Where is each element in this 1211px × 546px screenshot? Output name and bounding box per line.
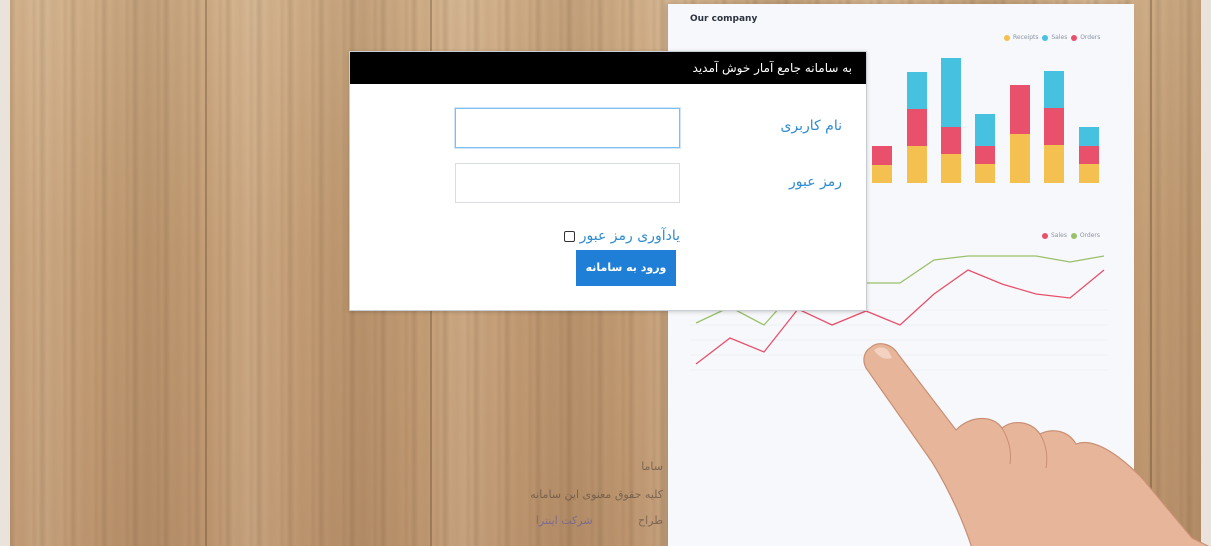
password-label: رمز عبور bbox=[788, 174, 842, 190]
login-button[interactable]: ورود به سامانه bbox=[576, 250, 676, 286]
bar bbox=[975, 164, 995, 183]
bar bbox=[1044, 108, 1064, 145]
footer-line-2: کلیه حقوق معنوی این سامانه bbox=[530, 488, 663, 501]
footer-line-1: ساما bbox=[641, 460, 663, 473]
bar bbox=[1010, 85, 1030, 134]
footer-company-link[interactable]: شرکت اینترا bbox=[536, 514, 593, 527]
footer-designer-label: طراح bbox=[638, 514, 663, 527]
bar bbox=[1079, 146, 1099, 164]
username-label: نام کاربری bbox=[780, 118, 842, 134]
bar bbox=[1044, 71, 1064, 108]
wood-seam bbox=[205, 0, 207, 546]
stacked-bars bbox=[872, 58, 1099, 183]
bar bbox=[1044, 145, 1064, 183]
username-input[interactable] bbox=[455, 108, 680, 148]
bar bbox=[872, 165, 892, 183]
bar bbox=[907, 146, 927, 183]
bar bbox=[941, 154, 961, 183]
bar bbox=[975, 146, 995, 164]
bar bbox=[941, 58, 961, 127]
bar bbox=[941, 127, 961, 154]
footer-line-3: طراح شرکت اینترا bbox=[536, 514, 663, 527]
dialog-title: به سامانه جامع آمار خوش آمدید bbox=[350, 52, 866, 84]
bar bbox=[1079, 164, 1099, 183]
bar bbox=[1010, 134, 1030, 183]
remember-row[interactable]: یادآوری رمز عبور bbox=[563, 228, 680, 244]
bar bbox=[975, 114, 995, 146]
pointing-hand-image bbox=[863, 343, 1210, 546]
remember-label[interactable]: یادآوری رمز عبور bbox=[580, 228, 680, 244]
bar bbox=[872, 146, 892, 165]
left-frame bbox=[0, 0, 10, 546]
bar bbox=[907, 72, 927, 109]
password-input[interactable] bbox=[455, 163, 680, 203]
bar bbox=[1079, 127, 1099, 146]
login-dialog: به سامانه جامع آمار خوش آمدید نام کاربری… bbox=[349, 51, 867, 311]
bar bbox=[907, 109, 927, 146]
remember-checkbox[interactable] bbox=[563, 230, 575, 242]
